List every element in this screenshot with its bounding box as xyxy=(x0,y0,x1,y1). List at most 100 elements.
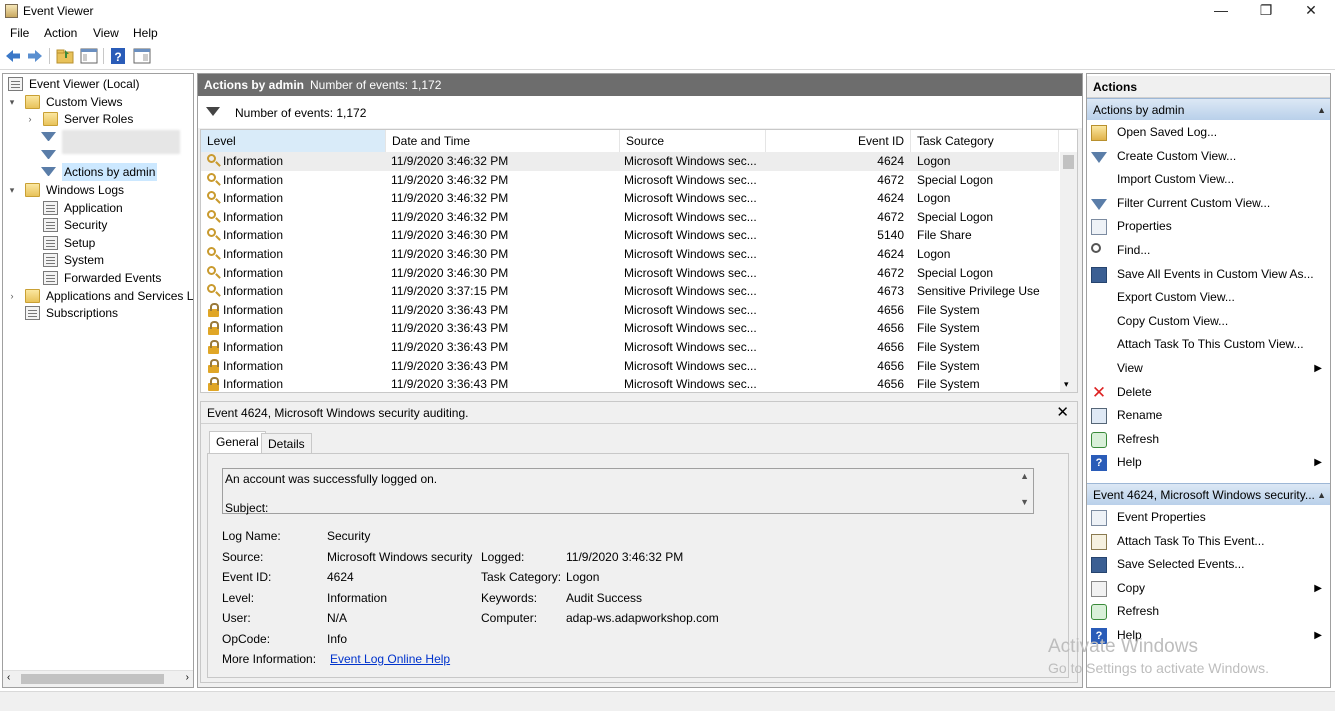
action-rename[interactable]: Rename xyxy=(1087,404,1330,428)
submenu-arrow-icon: ▶ xyxy=(1314,363,1322,374)
show-hide-action-pane-icon[interactable] xyxy=(133,47,151,65)
column-header-task-category[interactable]: Task Category xyxy=(911,130,1059,152)
action-save-selected-events[interactable]: Save Selected Events... xyxy=(1087,553,1330,577)
event-log-online-help-link[interactable]: Event Log Online Help xyxy=(330,652,450,666)
section-title: Actions by admin xyxy=(1093,103,1185,117)
table-row[interactable]: Information 11/9/2020 3:46:32 PM Microsoft… xyxy=(201,171,1059,190)
action-help[interactable]: ? Help ▶ xyxy=(1087,451,1330,475)
field-label: Logged: xyxy=(481,550,525,564)
log-icon xyxy=(43,218,58,232)
action-export-custom-view[interactable]: Export Custom View... xyxy=(1087,286,1330,310)
collapse-arrow-icon[interactable]: ▾ xyxy=(7,93,17,111)
grid-vertical-scrollbar[interactable]: ▾ xyxy=(1060,152,1077,392)
table-row[interactable]: Information 11/9/2020 3:46:32 PM Microsoft… xyxy=(201,208,1059,227)
action-properties[interactable]: Properties xyxy=(1087,215,1330,239)
tab-general[interactable]: General xyxy=(209,431,266,454)
key-icon xyxy=(207,284,216,294)
table-row[interactable]: Information 11/9/2020 3:36:43 PM Microsoft… xyxy=(201,301,1059,320)
window-title: Event Viewer xyxy=(23,4,94,18)
column-header-level[interactable]: Level xyxy=(201,130,386,152)
event-id-value: 4624 xyxy=(327,570,354,584)
menu-file[interactable]: File xyxy=(10,26,29,40)
toolbar-separator xyxy=(103,48,104,64)
tree-item-redacted-view[interactable] xyxy=(25,128,185,154)
menu-action[interactable]: Action xyxy=(44,26,77,40)
table-row[interactable]: Information 11/9/2020 3:36:43 PM Microsoft… xyxy=(201,338,1059,357)
action-refresh[interactable]: Refresh xyxy=(1087,600,1330,624)
actions-section-actions-by-admin[interactable]: Actions by admin ▲ xyxy=(1087,98,1330,120)
action-filter-current-custom-view[interactable]: Filter Current Custom View... xyxy=(1087,192,1330,216)
scroll-down-icon[interactable]: ▾ xyxy=(1064,379,1069,390)
scrollbar-thumb[interactable] xyxy=(1063,155,1074,169)
action-label: Create Custom View... xyxy=(1117,148,1237,163)
collapse-up-icon[interactable]: ▲ xyxy=(1317,99,1326,121)
action-copy[interactable]: Copy ▶ xyxy=(1087,577,1330,601)
event-message-box[interactable]: An account was successfully logged on. S… xyxy=(222,468,1034,515)
scroll-left-icon[interactable]: ‹ xyxy=(7,672,10,683)
table-row[interactable]: Information 11/9/2020 3:46:30 PM Microsoft… xyxy=(201,226,1059,245)
forward-arrow-icon[interactable] xyxy=(26,47,44,65)
expand-arrow-icon[interactable]: › xyxy=(25,110,35,128)
event-id-cell: 4656 xyxy=(877,358,904,373)
table-row[interactable]: Information 11/9/2020 3:46:32 PM Microsoft… xyxy=(201,152,1059,171)
source-value: Microsoft Windows security xyxy=(327,550,473,564)
actions-section-event[interactable]: Event 4624, Microsoft Windows security..… xyxy=(1087,483,1330,505)
open-folder-icon[interactable] xyxy=(56,47,74,65)
action-label: Attach Task To This Event... xyxy=(1117,533,1265,548)
action-view[interactable]: View ▶ xyxy=(1087,357,1330,381)
menu-help[interactable]: Help xyxy=(133,26,158,40)
table-row[interactable]: Information 11/9/2020 3:36:43 PM Microsoft… xyxy=(201,357,1059,376)
table-row[interactable]: Information 11/9/2020 3:36:43 PM Microsoft… xyxy=(201,319,1059,338)
action-copy-custom-view[interactable]: Copy Custom View... xyxy=(1087,310,1330,334)
source-cell: Microsoft Windows sec... xyxy=(624,377,757,392)
restore-button[interactable]: ❐ xyxy=(1243,0,1289,22)
show-hide-tree-icon[interactable] xyxy=(80,47,98,65)
save-icon xyxy=(1091,557,1107,574)
detail-header: Event 4624, Microsoft Windows security a… xyxy=(201,402,1077,424)
table-row[interactable]: Information 11/9/2020 3:46:30 PM Microsoft… xyxy=(201,245,1059,264)
table-row[interactable]: Information 11/9/2020 3:46:32 PM Microsoft… xyxy=(201,189,1059,208)
close-detail-icon[interactable]: ✕ xyxy=(1056,403,1069,421)
table-row[interactable]: Information 11/9/2020 3:37:15 PM Microsoft… xyxy=(201,282,1059,301)
actions-pane: Actions Actions by admin ▲ Open Saved Lo… xyxy=(1086,73,1331,688)
action-save-all-events-in-custom-view-as[interactable]: Save All Events in Custom View As... xyxy=(1087,263,1330,287)
table-row[interactable]: Information 11/9/2020 3:46:30 PM Microsoft… xyxy=(201,264,1059,283)
collapse-up-icon[interactable]: ▲ xyxy=(1317,484,1326,506)
table-row[interactable]: Information 11/9/2020 3:36:43 PM Microsoft… xyxy=(201,375,1059,392)
blank-icon xyxy=(1091,361,1107,377)
log-icon xyxy=(43,236,58,250)
tree-horizontal-scrollbar[interactable]: ‹ › xyxy=(3,670,193,687)
source-cell: Microsoft Windows sec... xyxy=(624,228,757,243)
scrollbar-thumb[interactable] xyxy=(21,674,164,684)
expand-arrow-icon[interactable]: › xyxy=(7,287,17,305)
action-create-custom-view[interactable]: Create Custom View... xyxy=(1087,145,1330,169)
action-label: Save All Events in Custom View As... xyxy=(1117,266,1314,281)
events-pane: Actions by admin Number of events: 1,172… xyxy=(197,73,1083,688)
scroll-right-icon[interactable]: › xyxy=(186,672,189,683)
action-find[interactable]: Find... xyxy=(1087,239,1330,263)
action-open-saved-log[interactable]: Open Saved Log... xyxy=(1087,121,1330,145)
minimize-button[interactable]: — xyxy=(1198,0,1244,22)
key-icon xyxy=(207,154,216,163)
level-value: Information xyxy=(327,591,388,605)
action-import-custom-view[interactable]: Import Custom View... xyxy=(1087,168,1330,192)
action-refresh[interactable]: Refresh xyxy=(1087,428,1330,452)
collapse-arrow-icon[interactable]: ▾ xyxy=(7,181,17,199)
action-delete[interactable]: ✕ Delete xyxy=(1087,381,1330,405)
close-window-button[interactable]: ✕ xyxy=(1288,0,1334,22)
column-header-event-id[interactable]: Event ID xyxy=(766,130,911,152)
menu-view[interactable]: View xyxy=(93,26,119,40)
tab-details[interactable]: Details xyxy=(261,433,312,455)
scroll-down-icon[interactable]: ▼ xyxy=(1020,497,1029,507)
field-label: Event ID: xyxy=(222,570,272,584)
scroll-up-icon[interactable]: ▲ xyxy=(1020,471,1029,481)
help-icon[interactable]: ? xyxy=(109,47,127,65)
lock-icon xyxy=(208,340,219,354)
action-attach-task-to-this-event[interactable]: Attach Task To This Event... xyxy=(1087,530,1330,554)
column-header-source[interactable]: Source xyxy=(620,130,766,152)
back-arrow-icon[interactable] xyxy=(4,47,22,65)
event-id-cell: 5140 xyxy=(877,228,904,243)
action-event-properties[interactable]: Event Properties xyxy=(1087,506,1330,530)
action-attach-task-to-this-custom-view[interactable]: Attach Task To This Custom View... xyxy=(1087,333,1330,357)
column-header-date-time[interactable]: Date and Time xyxy=(386,130,620,152)
